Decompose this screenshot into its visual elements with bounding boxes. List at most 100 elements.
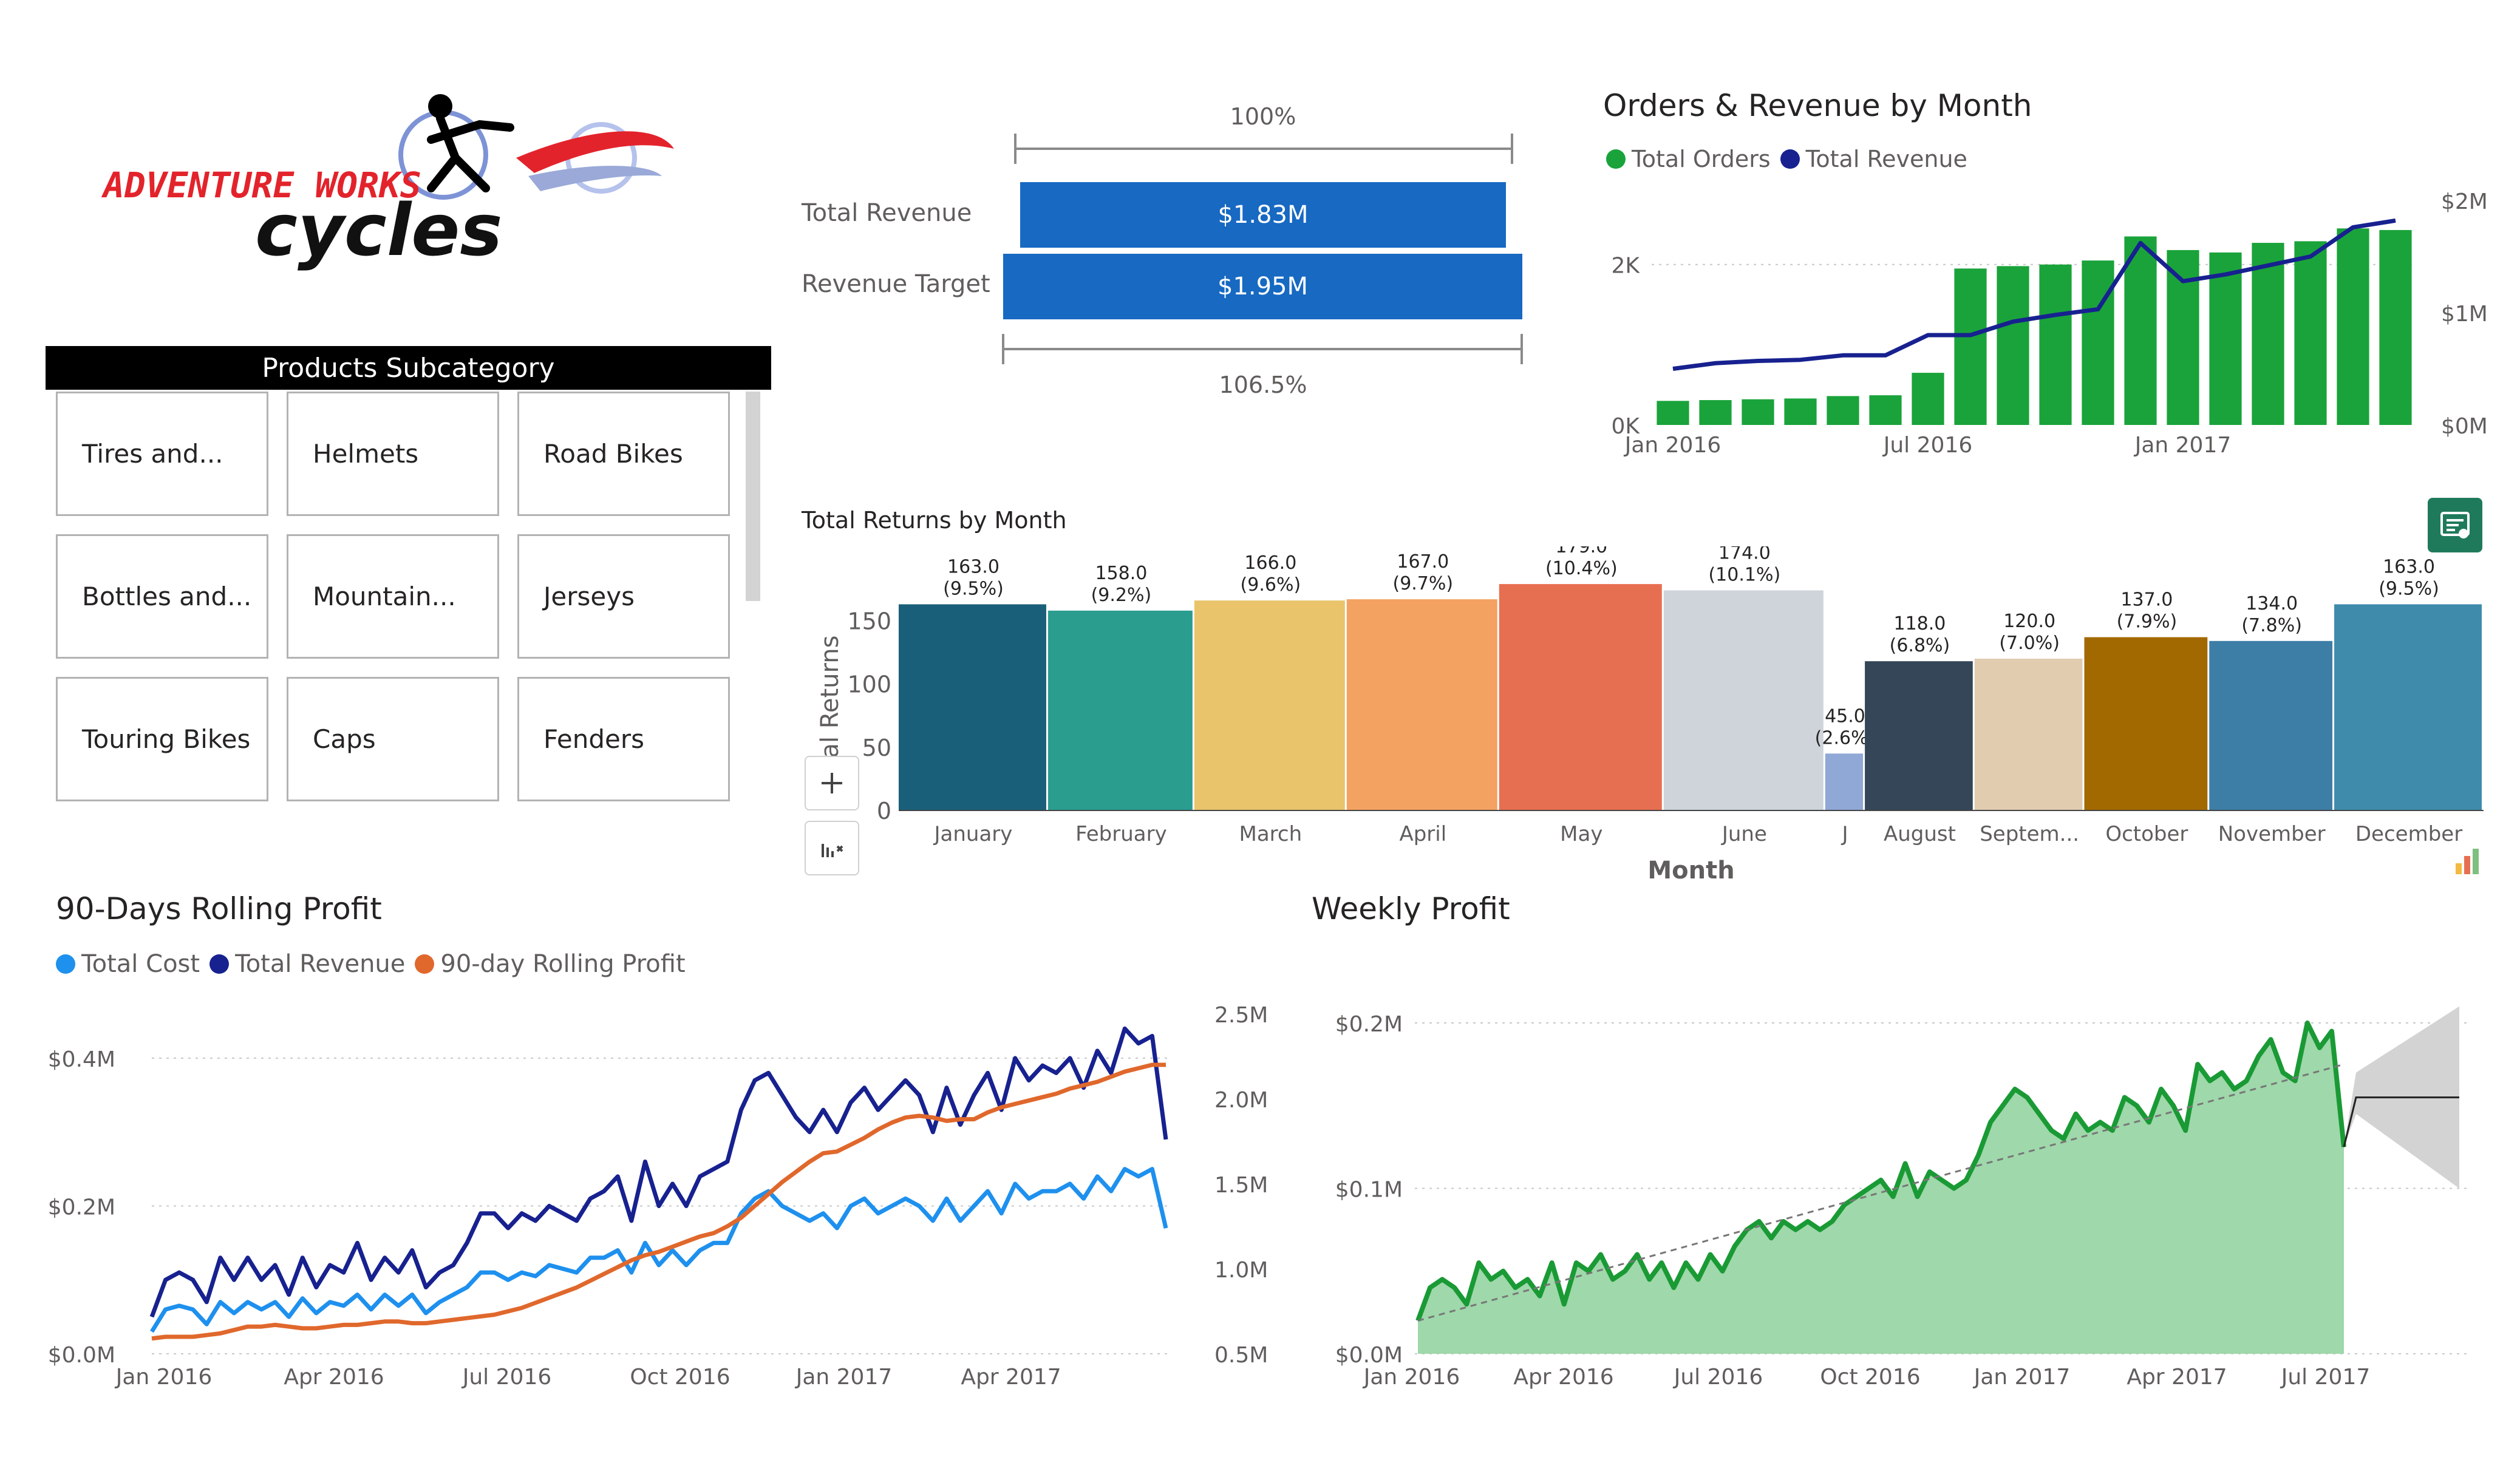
logo-line2: cycles — [255, 188, 503, 272]
x-tick: Apr 2016 — [1513, 1365, 1613, 1390]
x-tick: Jan 2017 — [1973, 1365, 2071, 1390]
data-label-value: 120.0 — [2003, 611, 2055, 632]
x-tick: April — [1399, 822, 1446, 846]
slicer-item[interactable]: Helmets — [287, 392, 499, 516]
returns-bar — [1194, 600, 1345, 810]
x-tick: Jan 2017 — [795, 1365, 893, 1390]
data-label-value: 118.0 — [1893, 613, 1946, 634]
x-tick: October — [2105, 822, 2188, 846]
data-label-value: 158.0 — [1095, 563, 1147, 584]
orders-bar — [2294, 241, 2327, 425]
x-tick: Jul 2016 — [1882, 433, 1973, 458]
logo: ADVENTURE WORKS cycles — [91, 91, 698, 273]
x-tick: Jan 2016 — [115, 1365, 213, 1390]
returns-bar — [2334, 604, 2482, 810]
orders-bar — [1699, 400, 1732, 425]
returns-title: Total Returns by Month — [802, 507, 1067, 534]
y-right-tick: $2M — [2441, 189, 2488, 214]
data-label-percent: (9.5%) — [943, 578, 1004, 599]
y-tick: $0.2M — [1335, 1012, 1403, 1037]
legend-label-rolling: 90-day Rolling Profit — [440, 950, 686, 978]
x-axis-label: Month — [1647, 857, 1734, 885]
orders-revenue-legend: Total Orders Total Revenue — [1606, 146, 1967, 172]
slicer-item[interactable]: Mountain... — [287, 534, 499, 659]
legend-label-revenue: Total Revenue — [1805, 146, 1967, 172]
kpi-value-target: $1.95M — [1217, 273, 1309, 301]
data-label-value: 179.0 — [1555, 546, 1607, 557]
x-tick: Jul 2016 — [461, 1365, 552, 1390]
orders-bar — [2379, 229, 2412, 425]
legend-dot-orders — [1606, 149, 1626, 169]
data-label-percent: (7.9%) — [2117, 611, 2178, 633]
orders-revenue-chart: 0K2K$0M$1M$2MJan 2016 Jul 2016 Jan 2017 — [1611, 189, 2488, 458]
y-tick: $0.1M — [1335, 1178, 1403, 1203]
data-label-value: 163.0 — [2383, 556, 2435, 577]
kpi-bar-revenue: $1.83M — [1020, 182, 1506, 248]
y-tick: $0.0M — [1335, 1343, 1403, 1368]
x-tick: Jul 2016 — [1673, 1365, 1763, 1390]
returns-bar — [899, 604, 1046, 810]
slicer-scrollbar[interactable] — [746, 392, 760, 601]
kpi-value-revenue: $1.83M — [1217, 201, 1309, 229]
y-right-tick: 2.0M — [1214, 1088, 1268, 1113]
smart-narrative-icon[interactable] — [2453, 843, 2487, 877]
slicer-item[interactable]: Fenders — [517, 677, 730, 801]
y-axis-label: al Returns — [816, 636, 844, 758]
rolling-legend: Total Cost Total Revenue 90-day Rolling … — [56, 950, 686, 978]
data-label-value: 174.0 — [1718, 546, 1771, 564]
y-tick: 100 — [847, 671, 891, 698]
data-label-percent: (9.7%) — [1392, 573, 1453, 594]
drill-icon[interactable] — [805, 821, 859, 875]
slicer-item[interactable]: Tires and... — [56, 392, 268, 516]
zoom-in-icon[interactable] — [805, 756, 859, 810]
data-label-value: 163.0 — [947, 556, 999, 577]
weekly-chart: $0.0M $0.1M $0.2M Jan 2016 Apr 2016 Jul 2016 O… — [1335, 1006, 2471, 1390]
rolling-title: 90-Days Rolling Profit — [56, 891, 382, 926]
export-report-icon[interactable] — [2428, 498, 2482, 552]
orders-bar — [1912, 373, 1944, 425]
y-tick: 150 — [847, 608, 891, 635]
data-label-value: 134.0 — [2246, 593, 2298, 614]
revenue-line — [149, 1026, 1168, 1318]
returns-chart: 050100150al Returns163.0(9.5%)January158… — [816, 546, 2484, 885]
orders-bar — [1869, 395, 1902, 425]
x-tick: J — [1841, 822, 1848, 846]
data-label-percent: (10.1%) — [1708, 565, 1780, 586]
legend-label-revenue2: Total Revenue — [235, 950, 406, 978]
y-right-tick: 0.5M — [1214, 1343, 1268, 1368]
data-label-percent: (7.8%) — [2241, 615, 2302, 636]
y-right-tick: 1.5M — [1214, 1173, 1268, 1198]
kpi-label-revenue: Total Revenue — [802, 199, 972, 227]
y-right-tick: 1.0M — [1214, 1258, 1268, 1283]
legend-label-orders: Total Orders — [1632, 146, 1771, 172]
data-label-percent: (9.5%) — [2379, 578, 2439, 599]
returns-bar — [2209, 640, 2333, 810]
returns-bar — [2084, 637, 2208, 810]
returns-bar — [1047, 610, 1193, 810]
rolling-chart: $0.0M $0.2M $0.4M 0.5M 1.0M 1.5M 2.0M 2.5M Jan 2… — [48, 1003, 1269, 1390]
orders-bar — [2039, 264, 2072, 425]
orders-bar — [1742, 399, 1774, 425]
slicer-item[interactable]: Jerseys — [517, 534, 730, 659]
data-label-value: 137.0 — [2120, 589, 2173, 611]
x-tick: Apr 2017 — [2127, 1365, 2227, 1390]
rider-body — [427, 114, 514, 192]
returns-bar — [1865, 661, 1973, 810]
returns-bar — [1974, 659, 2083, 810]
orders-bar — [1997, 266, 2029, 425]
orders-bar — [1954, 268, 1987, 425]
slicer-item[interactable]: Road Bikes — [517, 392, 730, 516]
x-tick: February — [1075, 822, 1167, 846]
data-label-value: 167.0 — [1397, 551, 1449, 572]
slicer-item[interactable]: Touring Bikes — [56, 677, 268, 801]
slicer-item[interactable]: Bottles and... — [56, 534, 268, 659]
x-tick: Oct 2016 — [1820, 1365, 1920, 1390]
weekly-title: Weekly Profit — [1312, 891, 1510, 926]
kpi-bottom-bracket — [1002, 334, 1523, 364]
orders-bar — [2124, 236, 2157, 425]
slicer-item[interactable]: Caps — [287, 677, 499, 801]
x-tick: Jan 2017 — [2134, 433, 2232, 458]
x-tick: Apr 2016 — [284, 1365, 384, 1390]
revenue-line — [1672, 218, 2396, 371]
legend-dot-cost — [56, 954, 75, 974]
